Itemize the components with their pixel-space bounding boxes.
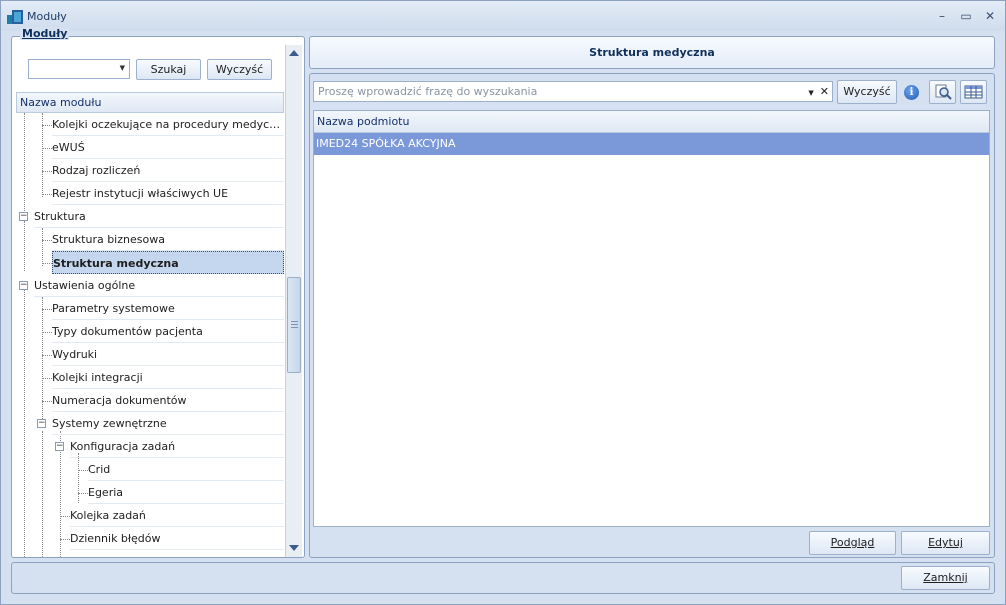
collapse-ustawienia-icon[interactable]: − <box>19 281 28 290</box>
modules-group-caption: Moduły <box>20 27 70 40</box>
title-bar: Moduły – ▭ ✕ <box>1 1 1005 31</box>
edit-button-label: Edytuj <box>928 536 963 549</box>
tree-line <box>42 309 52 310</box>
grid-layout-button[interactable] <box>960 80 987 104</box>
close-button[interactable]: Zamknij <box>901 566 990 590</box>
tree-line <box>42 401 52 402</box>
table-row[interactable]: IMED24 SPÓŁKA AKCYJNA <box>314 133 989 155</box>
grid-column-header[interactable]: Nazwa podmiotu <box>314 111 989 133</box>
search-button[interactable]: Szukaj <box>136 59 201 80</box>
minimize-button[interactable]: – <box>933 7 951 25</box>
chevron-down-icon[interactable]: ▼ <box>808 89 813 97</box>
tree-item-parametry-systemowe[interactable]: Parametry systemowe <box>52 297 284 320</box>
preview-button-label: Podgląd <box>830 536 875 549</box>
search-field-controls: ▼ ✕ <box>808 82 829 103</box>
tree-line <box>42 332 52 333</box>
window-title: Moduły <box>27 10 67 23</box>
tree-item-numeracja-dokumentow[interactable]: Numeracja dokumentów <box>52 389 284 412</box>
tree-line <box>24 113 25 217</box>
tree-item-konfiguracja-zadan[interactable]: Konfiguracja zadań <box>70 435 284 458</box>
collapse-struktura-icon[interactable]: − <box>19 212 28 221</box>
tree-line <box>60 539 70 540</box>
tree-item-struktura[interactable]: Struktura <box>34 205 284 228</box>
tree-line <box>78 470 88 471</box>
close-button-label: Zamknij <box>923 571 968 584</box>
tree-line <box>24 221 25 271</box>
footer-bar <box>11 562 995 594</box>
panel-title: Struktura medyczna <box>309 36 995 69</box>
grip-line <box>291 321 298 322</box>
tree-scrollbar[interactable] <box>285 45 302 557</box>
tree-column-header[interactable]: Nazwa modułu <box>16 92 284 113</box>
clear-search-button[interactable]: Wyczyść <box>837 80 897 104</box>
module-filter-combo[interactable]: ▼ <box>28 59 130 79</box>
tree-item-systemy-zewnetrzne[interactable]: Systemy zewnętrzne <box>52 412 284 435</box>
tree-line <box>42 228 43 266</box>
wrench-magnifier-icon <box>935 84 952 100</box>
scroll-up-icon[interactable] <box>289 50 299 56</box>
scroll-down-icon[interactable] <box>289 545 299 551</box>
grip-line <box>291 327 298 328</box>
column-chooser-button[interactable] <box>929 80 956 104</box>
tree-line <box>42 240 52 241</box>
chevron-down-icon[interactable]: ▼ <box>120 64 125 72</box>
preview-button[interactable]: Podgląd <box>809 531 896 555</box>
search-placeholder: Proszę wprowadzić frazę do wyszukania <box>318 85 538 98</box>
collapse-systemy-icon[interactable]: − <box>37 419 46 428</box>
tree-line <box>42 125 52 126</box>
modules-tree: − − − − Kolejki oczekujące na procedury … <box>16 113 284 557</box>
tree-line <box>42 378 52 379</box>
tree-item-crid[interactable]: Crid <box>88 458 284 481</box>
tree-line <box>78 493 88 494</box>
tree-item-wydruki[interactable]: Wydruki <box>52 343 284 366</box>
clear-filter-button[interactable]: Wyczyść <box>207 59 272 80</box>
tree-item-struktura-medyczna[interactable]: Struktura medyczna <box>52 251 284 274</box>
search-input[interactable]: Proszę wprowadzić frazę do wyszukania ▼ ✕ <box>313 81 833 102</box>
info-icon[interactable]: i <box>904 85 919 100</box>
tree-item-rejestr-instytucji[interactable]: Rejestr instytucji właściwych UE <box>52 182 284 205</box>
tree-item-rodzaj-rozliczen[interactable]: Rodzaj rozliczeń <box>52 159 284 182</box>
tree-line <box>42 171 52 172</box>
tree-line <box>78 453 79 503</box>
close-window-button[interactable]: ✕ <box>981 7 999 25</box>
table-icon <box>964 85 983 99</box>
tree-line <box>42 431 43 557</box>
tree-item-kolejki-integracji[interactable]: Kolejki integracji <box>52 366 284 389</box>
tree-item-egeria[interactable]: Egeria <box>88 481 284 504</box>
tree-line <box>42 297 43 427</box>
clear-x-icon[interactable]: ✕ <box>820 85 829 98</box>
tree-item-dziennik-bledow[interactable]: Dziennik błędów <box>70 527 284 550</box>
scroll-thumb[interactable] <box>287 277 301 373</box>
tree-item-kolejka-zadan[interactable]: Kolejka zadań <box>70 504 284 527</box>
tree-line <box>60 516 70 517</box>
collapse-konfiguracja-icon[interactable]: − <box>55 442 64 451</box>
tree-item-struktura-biznesowa[interactable]: Struktura biznesowa <box>52 228 284 251</box>
tree-item-ewus[interactable]: eWUŚ <box>52 136 284 159</box>
grip-line <box>291 324 298 325</box>
tree-item-typy-dokumentow[interactable]: Typy dokumentów pacjenta <box>52 320 284 343</box>
tree-line <box>42 194 52 195</box>
tree-item-ustawienia-ogolne[interactable]: Ustawienia ogólne <box>34 274 284 297</box>
tree-line <box>42 355 52 356</box>
entities-grid: Nazwa podmiotu IMED24 SPÓŁKA AKCYJNA <box>313 110 990 527</box>
edit-button[interactable]: Edytuj <box>901 531 990 555</box>
maximize-button[interactable]: ▭ <box>957 7 975 25</box>
tree-line <box>42 263 52 264</box>
tree-line <box>42 148 52 149</box>
tree-item-kolejki-oczekujace[interactable]: Kolejki oczekujące na procedury medyczne… <box>52 113 284 136</box>
app-icon <box>7 10 23 24</box>
tree-line <box>24 290 25 557</box>
